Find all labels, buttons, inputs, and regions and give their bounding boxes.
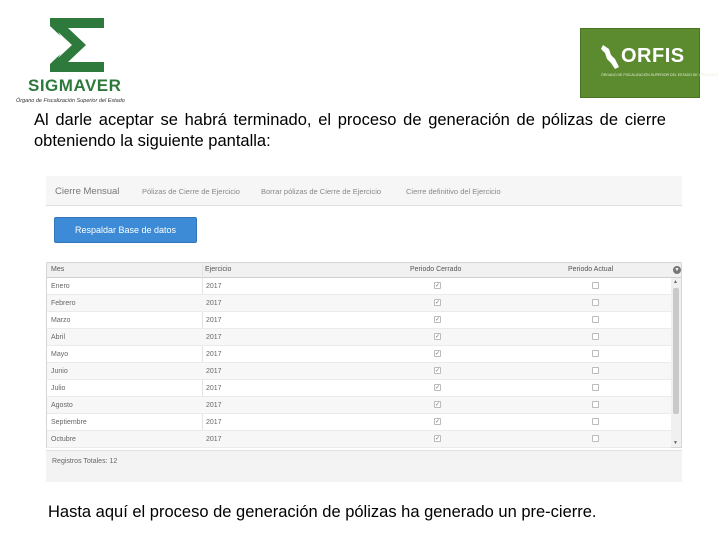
- table-header: Mes Ejercicio Periodo Cerrado Periodo Ac…: [47, 263, 681, 278]
- col-header-actual[interactable]: Periodo Actual: [568, 266, 613, 273]
- navbar: Cierre Mensual Pólizas de Cierre de Ejer…: [46, 176, 682, 206]
- intro-paragraph: Al darle aceptar se habrá terminado, el …: [34, 111, 666, 150]
- periodo-cerrado-checkbox[interactable]: ✓: [434, 316, 441, 323]
- conclusion-paragraph: Hasta aquí el proceso de generación de p…: [48, 503, 597, 521]
- periods-table: Mes Ejercicio Periodo Cerrado Periodo Ac…: [46, 262, 682, 448]
- orfis-subtitle: ÓRGANO DE FISCALIZACIÓN SUPERIOR DEL EST…: [601, 73, 718, 77]
- cell-ejercicio: 2017: [206, 317, 222, 324]
- veracruz-map-icon: [601, 45, 619, 69]
- navbar-brand[interactable]: Cierre Mensual: [55, 186, 119, 197]
- periodo-actual-checkbox[interactable]: [592, 299, 599, 306]
- cell-mes: Febrero: [51, 300, 76, 307]
- table-row[interactable]: Agosto 2017 ✓: [47, 397, 671, 414]
- periodo-cerrado-checkbox[interactable]: ✓: [434, 350, 441, 357]
- table-row[interactable]: Febrero 2017 ✓: [47, 295, 671, 312]
- table-row[interactable]: Julio 2017 ✓: [47, 380, 671, 397]
- periodo-actual-checkbox[interactable]: [592, 367, 599, 374]
- periodo-actual-checkbox[interactable]: [592, 418, 599, 425]
- periodo-cerrado-checkbox[interactable]: ✓: [434, 333, 441, 340]
- periodo-cerrado-checkbox[interactable]: ✓: [434, 367, 441, 374]
- periodo-cerrado-checkbox[interactable]: ✓: [434, 418, 441, 425]
- app-screenshot: Cierre Mensual Pólizas de Cierre de Ejer…: [46, 176, 682, 482]
- cell-ejercicio: 2017: [206, 351, 222, 358]
- nav-cierre-definitivo[interactable]: Cierre definitivo del Ejercicio: [406, 187, 501, 196]
- scroll-up-icon[interactable]: ▲: [673, 279, 678, 285]
- periodo-actual-checkbox[interactable]: [592, 282, 599, 289]
- cell-mes: Mayo: [51, 351, 69, 358]
- table-row[interactable]: Octubre 2017 ✓: [47, 431, 671, 448]
- cell-ejercicio: 2017: [206, 385, 222, 392]
- table-scrollbar[interactable]: ▲ ▼: [671, 278, 681, 447]
- sigmaver-logo: SIGMAVER Órgano de Fiscalización Superio…: [10, 12, 160, 104]
- periodo-actual-checkbox[interactable]: [592, 333, 599, 340]
- cell-ejercicio: 2017: [206, 436, 222, 443]
- cell-mes: Julio: [51, 385, 66, 392]
- cell-ejercicio: 2017: [206, 402, 222, 409]
- nav-borrar-polizas[interactable]: Borrar pólizas de Cierre de Ejercicio: [261, 187, 381, 196]
- periodo-actual-checkbox[interactable]: [592, 401, 599, 408]
- cell-mes: Septiembre: [51, 419, 87, 426]
- table-row[interactable]: Septiembre 2017 ✓: [47, 414, 671, 431]
- cell-mes: Marzo: [51, 317, 71, 324]
- scrollbar-thumb[interactable]: [673, 288, 679, 414]
- cell-ejercicio: 2017: [206, 368, 222, 375]
- col-header-mes[interactable]: Mes: [51, 266, 64, 273]
- scroll-down-icon[interactable]: ▼: [673, 440, 678, 446]
- cell-ejercicio: 2017: [206, 419, 222, 426]
- column-menu-icon[interactable]: ▼: [673, 266, 681, 274]
- backup-database-button[interactable]: Respaldar Base de datos: [54, 217, 197, 243]
- periodo-actual-checkbox[interactable]: [592, 316, 599, 323]
- col-header-ejercicio[interactable]: Ejercicio: [205, 266, 231, 273]
- periodo-actual-checkbox[interactable]: [592, 435, 599, 442]
- table-row[interactable]: Mayo 2017 ✓: [47, 346, 671, 363]
- periodo-cerrado-checkbox[interactable]: ✓: [434, 299, 441, 306]
- cell-mes: Octubre: [51, 436, 76, 443]
- cell-mes: Agosto: [51, 402, 73, 409]
- sigmaver-org: Órgano de Fiscalización Superior del Est…: [16, 98, 125, 104]
- nav-polizas-cierre[interactable]: Pólizas de Cierre de Ejercicio: [142, 187, 240, 196]
- cell-ejercicio: 2017: [206, 283, 222, 290]
- periodo-cerrado-checkbox[interactable]: ✓: [434, 384, 441, 391]
- cell-mes: Enero: [51, 283, 70, 290]
- table-row[interactable]: Junio 2017 ✓: [47, 363, 671, 380]
- orfis-logo: ORFIS ÓRGANO DE FISCALIZACIÓN SUPERIOR D…: [580, 28, 718, 98]
- cell-ejercicio: 2017: [206, 334, 222, 341]
- orfis-brand: ORFIS: [621, 45, 685, 67]
- cell-ejercicio: 2017: [206, 300, 222, 307]
- periodo-actual-checkbox[interactable]: [592, 384, 599, 391]
- table-row[interactable]: Enero 2017 ✓: [47, 278, 671, 295]
- periodo-cerrado-checkbox[interactable]: ✓: [434, 282, 441, 289]
- total-records: Registros Totales: 12: [52, 458, 118, 465]
- periodo-cerrado-checkbox[interactable]: ✓: [434, 435, 441, 442]
- periodo-actual-checkbox[interactable]: [592, 350, 599, 357]
- table-footer: Registros Totales: 12: [46, 450, 682, 482]
- sigma-icon: [50, 18, 104, 72]
- col-header-cerrado[interactable]: Periodo Cerrado: [410, 266, 461, 273]
- periodo-cerrado-checkbox[interactable]: ✓: [434, 401, 441, 408]
- sigmaver-brand: SIGMAVER: [28, 76, 122, 95]
- cell-mes: Abril: [51, 334, 66, 341]
- table-row[interactable]: Abril 2017 ✓: [47, 329, 671, 346]
- table-row[interactable]: Marzo 2017 ✓: [47, 312, 671, 329]
- cell-mes: Junio: [51, 368, 68, 375]
